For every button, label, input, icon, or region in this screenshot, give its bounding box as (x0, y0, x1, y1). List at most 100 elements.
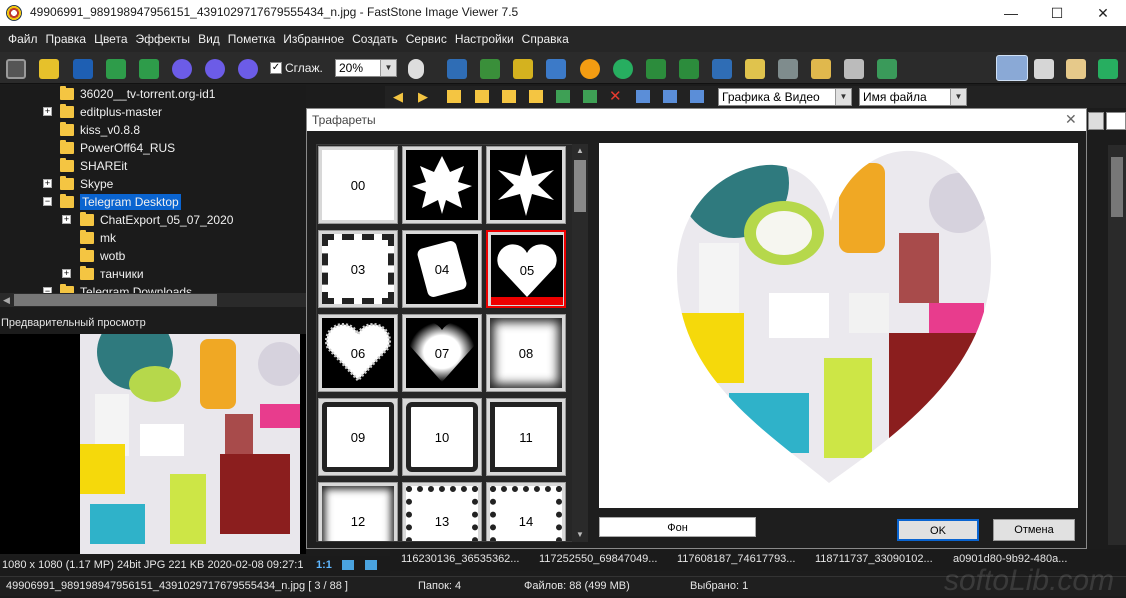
flip-icon[interactable] (712, 59, 732, 79)
chevron-down-icon[interactable]: ▼ (380, 60, 396, 76)
expand-icon[interactable]: + (62, 269, 71, 278)
tree-item[interactable]: Skype (60, 175, 113, 193)
forward-arrow-icon[interactable]: ▶ (418, 89, 428, 105)
save-icon[interactable] (73, 59, 93, 79)
collapse-icon[interactable]: − (43, 197, 52, 206)
menu-create[interactable]: Создать (348, 32, 402, 46)
tree-item-selected[interactable]: Telegram Desktop (60, 193, 181, 211)
layout-browser-icon[interactable] (996, 55, 1028, 81)
menu-colors[interactable]: Цвета (90, 32, 131, 46)
move-to-icon[interactable] (583, 90, 597, 103)
expand-icon[interactable]: + (62, 215, 71, 224)
monitor-icon[interactable] (365, 560, 377, 570)
cancel-button[interactable]: Отмена (993, 519, 1075, 541)
maximize-button[interactable]: ☐ (1034, 0, 1080, 26)
tree-item[interactable]: PowerOff64_RUS (60, 139, 175, 157)
zoom-in-icon[interactable] (172, 59, 192, 79)
tree-item[interactable]: kiss_v0.8.8 (60, 121, 140, 139)
stencil-item[interactable]: 00 (318, 146, 398, 224)
stencil-item[interactable]: 06 (318, 314, 398, 392)
menu-tag[interactable]: Пометка (224, 32, 280, 46)
tree-item[interactable]: танчики (80, 265, 144, 283)
stencil-grid-scrollbar[interactable]: ▲ ▼ (572, 144, 588, 542)
thumbnail-size-icon[interactable] (663, 90, 677, 103)
close-button[interactable]: ✕ (1080, 0, 1126, 26)
scroll-down-icon[interactable]: ▼ (576, 530, 584, 539)
crop-icon[interactable] (513, 59, 533, 79)
scroll-thumb[interactable] (14, 294, 217, 306)
adjust-light-icon[interactable] (580, 59, 600, 79)
thumbnail-filename[interactable]: 118711737_33090102... (815, 553, 933, 565)
rotate-right-icon[interactable] (679, 59, 699, 79)
up-folder-icon[interactable] (447, 90, 461, 103)
stencil-item[interactable]: 01 (402, 146, 482, 224)
menu-file[interactable]: Файл (4, 32, 42, 46)
close-icon[interactable]: ✕ (1065, 111, 1077, 128)
scroll-thumb[interactable] (574, 160, 586, 212)
slideshow-icon[interactable] (447, 59, 467, 79)
resize-icon[interactable] (546, 59, 566, 79)
zoom-select[interactable]: 20% ▼ (335, 59, 397, 77)
thumbnail-scrollbar[interactable] (1108, 145, 1126, 545)
new-folder-icon[interactable] (529, 90, 543, 103)
menu-help[interactable]: Справка (518, 32, 573, 46)
chevron-down-icon[interactable]: ▼ (950, 89, 966, 105)
thumbnail-filename[interactable]: 117252550_69847049... (539, 553, 657, 565)
layout-image-icon[interactable] (1066, 59, 1086, 79)
scroll-up-icon[interactable]: ▲ (576, 146, 584, 155)
batch-icon[interactable] (877, 59, 897, 79)
tree-item[interactable]: ChatExport_05_07_2020 (80, 211, 233, 229)
hand-tool-icon[interactable] (408, 59, 424, 79)
print-icon[interactable] (844, 59, 864, 79)
minimize-button[interactable]: — (988, 0, 1034, 26)
forward-icon[interactable] (139, 59, 159, 79)
stencil-item[interactable]: 08 (486, 314, 566, 392)
tree-item[interactable]: mk (80, 229, 116, 247)
background-button[interactable]: Фон (599, 517, 756, 537)
stencil-item[interactable]: 11 (486, 398, 566, 476)
thumbnail-filename[interactable]: 117608187_74617793... (677, 553, 795, 565)
layout-two-icon[interactable] (1034, 59, 1054, 79)
stencil-item-selected[interactable]: 05 (486, 230, 566, 308)
details-view-icon[interactable] (690, 90, 704, 103)
stencil-item[interactable]: 07 (402, 314, 482, 392)
filter-options-icon[interactable] (1088, 112, 1104, 130)
film-icon[interactable] (342, 560, 354, 570)
tree-item[interactable]: 36020__tv-torrent.org-id1 (60, 85, 215, 103)
stencil-item[interactable]: 12 (318, 482, 398, 541)
tree-item[interactable]: editplus-master (60, 103, 162, 121)
menu-view[interactable]: Вид (194, 32, 224, 46)
back-icon[interactable] (106, 59, 126, 79)
tree-horizontal-scrollbar[interactable]: ◀ (0, 293, 306, 307)
menu-effects[interactable]: Эффекты (132, 32, 195, 46)
scan-icon[interactable] (778, 59, 798, 79)
expand-icon[interactable]: + (43, 179, 52, 188)
delete-icon[interactable]: ✕ (609, 87, 622, 105)
camera-icon[interactable] (6, 59, 26, 79)
scroll-left-icon[interactable]: ◀ (3, 295, 10, 306)
expand-icon[interactable]: + (43, 107, 52, 116)
filter-select[interactable]: Графика & Видео ▼ (718, 88, 852, 106)
actual-size-icon[interactable] (238, 59, 258, 79)
menu-favorites[interactable]: Избранное (279, 32, 348, 46)
tree-item[interactable]: SHAREit (60, 157, 127, 175)
ok-button[interactable]: OK (897, 519, 979, 541)
stencil-item[interactable]: 03 (318, 230, 398, 308)
compare-icon[interactable] (745, 59, 765, 79)
fullscreen-icon[interactable] (1098, 59, 1118, 79)
menu-edit[interactable]: Правка (42, 32, 91, 46)
open-folder-icon[interactable] (39, 59, 59, 79)
search-box[interactable] (1106, 112, 1126, 130)
export-icon[interactable] (480, 59, 500, 79)
tree-item[interactable]: wotb (80, 247, 125, 265)
menu-tools[interactable]: Сервис (402, 32, 451, 46)
stencil-item[interactable]: 09 (318, 398, 398, 476)
color-icon[interactable] (613, 59, 633, 79)
menu-settings[interactable]: Настройки (451, 32, 518, 46)
select-all-icon[interactable] (636, 90, 650, 103)
favorites-folder-icon[interactable] (502, 90, 516, 103)
stencil-item[interactable]: 13 (402, 482, 482, 541)
chevron-down-icon[interactable]: ▼ (835, 89, 851, 105)
copy-to-icon[interactable] (556, 90, 570, 103)
stencil-item[interactable]: 10 (402, 398, 482, 476)
